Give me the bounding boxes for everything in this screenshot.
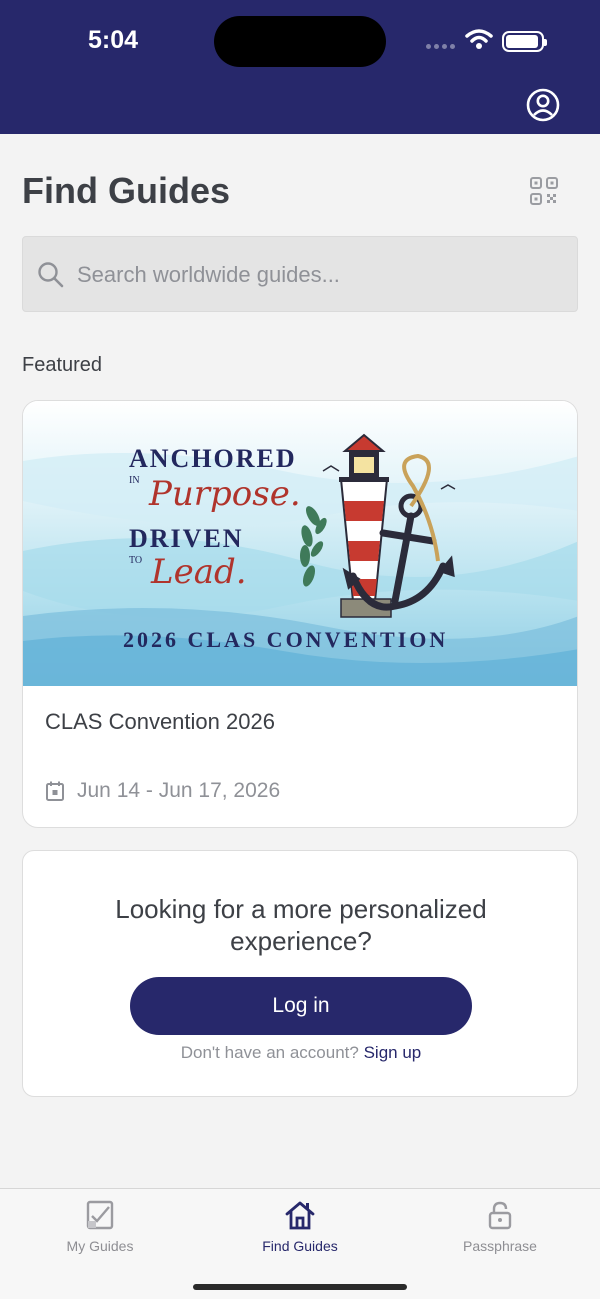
- lock-icon: [488, 1201, 512, 1230]
- signup-link[interactable]: Sign up: [364, 1043, 422, 1062]
- banner-line2: Purpose.: [148, 474, 301, 514]
- calendar-icon: [46, 781, 64, 801]
- tab-bar: My Guides Find Guides Passphrase: [0, 1188, 600, 1299]
- featured-heading: Featured: [22, 354, 103, 376]
- signal-icon: [426, 44, 456, 50]
- no-account-text: Don't have an account?: [180, 1043, 359, 1062]
- dynamic-island: [214, 16, 386, 67]
- banner-line1-small: IN: [129, 475, 140, 486]
- banner-line3: DRIVEN: [129, 524, 244, 553]
- home-indicator[interactable]: [193, 1284, 407, 1290]
- tab-passphrase[interactable]: Passphrase: [400, 1189, 600, 1269]
- page-title: Find Guides: [22, 170, 231, 211]
- tab-find-guides[interactable]: Find Guides: [200, 1189, 400, 1269]
- account-circle-icon[interactable]: [526, 88, 560, 122]
- login-button[interactable]: Log in: [130, 977, 472, 1035]
- home-icon: [285, 1201, 315, 1230]
- search-input[interactable]: [77, 255, 557, 295]
- guide-date-range: Jun 14 - Jun 17, 2026: [77, 779, 281, 802]
- guide-banner-image: ANCHORED IN Purpose. DRIVEN TO Lead. 202…: [23, 401, 577, 686]
- tab-my-guides[interactable]: My Guides: [0, 1189, 200, 1269]
- header-bar: 5:04: [0, 0, 600, 134]
- wifi-icon: [465, 29, 493, 49]
- login-prompt-heading: Looking for a more personalized experien…: [115, 894, 487, 956]
- banner-footer: 2026 CLAS CONVENTION: [123, 627, 448, 652]
- tab-my-guides-label: My Guides: [66, 1238, 134, 1254]
- banner-line1: ANCHORED: [129, 444, 297, 473]
- featured-guide-card[interactable]: ANCHORED IN Purpose. DRIVEN TO Lead. 202…: [22, 400, 578, 828]
- banner-line4: Lead.: [150, 552, 247, 592]
- search-icon: [38, 262, 64, 288]
- battery-icon: [502, 31, 547, 52]
- signup-line: Don't have an account? Sign up: [23, 1043, 579, 1063]
- search-bar[interactable]: [22, 236, 578, 312]
- banner-line3-small: TO: [129, 555, 142, 566]
- tab-find-guides-label: Find Guides: [262, 1238, 338, 1254]
- login-prompt-card: Looking for a more personalized experien…: [22, 850, 578, 1097]
- tab-passphrase-label: Passphrase: [463, 1238, 537, 1254]
- checklist-icon: [86, 1200, 114, 1230]
- qr-code-icon[interactable]: [530, 177, 558, 205]
- guide-title: CLAS Convention 2026: [45, 709, 275, 734]
- status-time: 5:04: [88, 26, 139, 54]
